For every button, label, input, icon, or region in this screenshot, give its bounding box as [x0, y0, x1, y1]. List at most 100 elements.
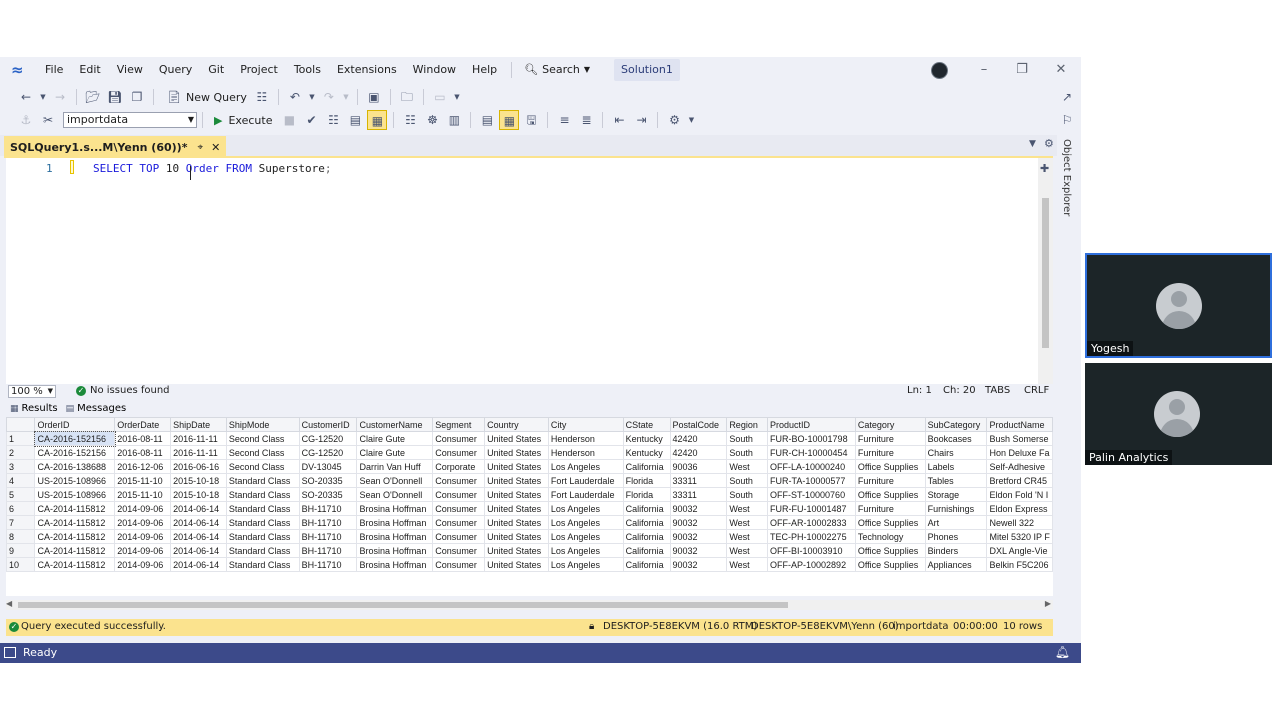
grid-cell[interactable]: Bookcases [924, 431, 988, 446]
grid-cell[interactable]: TEC-PH-10002275 [767, 529, 856, 544]
grid-cell[interactable]: 2015-11-10 [114, 487, 172, 502]
client-stats-icon[interactable]: ▥ [444, 110, 464, 130]
chevron-down-icon[interactable]: ▼ [307, 87, 317, 107]
menu-help[interactable]: Help [464, 59, 505, 81]
grid-cell[interactable]: 42420 [669, 431, 728, 446]
grid-cell[interactable]: California [622, 529, 671, 544]
grid-cell[interactable]: South [726, 473, 769, 488]
query-options-icon[interactable]: ▤ [345, 110, 365, 130]
row-number[interactable]: 8 [6, 529, 36, 544]
folder-icon[interactable]: 🗀︎ [397, 87, 417, 107]
results-to-grid-icon[interactable]: ▦ [367, 110, 388, 130]
grid-cell[interactable]: 2016-08-11 [114, 431, 172, 446]
grid-cell[interactable]: Tables [924, 473, 988, 488]
grid-cell[interactable]: OFF-ST-10000760 [767, 487, 856, 502]
grid-cell[interactable]: DXL Angle-Vie [986, 543, 1053, 558]
grid-cell[interactable]: CA-2016-152156 [34, 445, 116, 460]
grid-cell[interactable]: BH-11710 [298, 543, 358, 558]
results-to-file-icon[interactable]: 🖫︎ [521, 110, 541, 130]
grid-cell[interactable]: Office Supplies [854, 459, 926, 474]
screenshot-icon[interactable]: ▣ [364, 87, 384, 107]
grid-cell[interactable]: Los Angeles [547, 501, 624, 516]
redo-icon[interactable]: ↷ [319, 87, 339, 107]
grid-cell[interactable]: Standard Class [225, 501, 300, 516]
code-line[interactable]: SELECT TOP 10 Order FROM Superstore; [93, 162, 331, 175]
grid-cell[interactable]: Los Angeles [547, 529, 624, 544]
column-header[interactable]: PostalCode [669, 417, 728, 432]
stop-icon[interactable]: ■ [279, 110, 299, 130]
grid-cell[interactable]: 90036 [669, 459, 728, 474]
grid-cell[interactable]: Claire Gute [356, 431, 434, 446]
tab-results[interactable]: ▦ Results [6, 401, 62, 416]
grid-cell[interactable]: South [726, 431, 769, 446]
gear-icon[interactable]: ⚙ [1044, 137, 1054, 150]
undo-icon[interactable]: ↶ [285, 87, 305, 107]
grid-cell[interactable]: Consumer [432, 445, 486, 460]
grid-cell[interactable]: 2014-09-06 [114, 515, 172, 530]
grid-cell[interactable]: United States [484, 557, 549, 572]
uncomment-icon[interactable]: ≣ [576, 110, 596, 130]
open-folder-icon[interactable]: 📂︎ [83, 87, 103, 107]
grid-cell[interactable]: United States [484, 445, 549, 460]
grid-cell[interactable]: FUR-BO-10001798 [767, 431, 856, 446]
menu-tools[interactable]: Tools [286, 59, 329, 81]
results-to-text-icon[interactable]: ▤ [477, 110, 497, 130]
grid-cell[interactable]: California [622, 515, 671, 530]
grid-cell[interactable]: 2014-09-06 [114, 501, 172, 516]
grid-cell[interactable]: SO-20335 [298, 487, 358, 502]
grid-cell[interactable]: Brosina Hoffman [356, 501, 434, 516]
grid-cell[interactable]: Brosina Hoffman [356, 557, 434, 572]
results-horizontal-scrollbar[interactable]: ◀ ▶ [6, 599, 1053, 610]
editor-scroll-thumb[interactable] [1042, 198, 1049, 348]
close-tab-icon[interactable]: ✕ [211, 141, 220, 154]
close-icon[interactable]: ✕ [1051, 60, 1071, 80]
parse-check-icon[interactable]: ✔ [301, 110, 321, 130]
grid-cell[interactable]: Belkin F5C206 [986, 557, 1053, 572]
editor-scrollbar[interactable]: ✚ [1038, 158, 1053, 386]
row-number[interactable]: 7 [6, 515, 36, 530]
database-select[interactable]: importdata ▼ [63, 112, 197, 128]
grid-cell[interactable]: Second Class [225, 459, 300, 474]
new-query-button[interactable]: 📄︎ New Query [159, 87, 251, 107]
grid-cell[interactable]: 90032 [669, 529, 728, 544]
restore-icon[interactable]: ❐ [1012, 60, 1032, 80]
execute-button[interactable]: ▶ Execute [208, 110, 278, 130]
row-number[interactable]: 6 [6, 501, 36, 516]
column-header[interactable]: City [547, 417, 624, 432]
chevron-down-icon[interactable]: ▼ [341, 87, 351, 107]
tab-sqlquery1[interactable]: SQLQuery1.s...M\Yenn (60))* ⌖ ✕ [4, 136, 227, 158]
grid-cell[interactable]: West [726, 557, 769, 572]
tab-messages[interactable]: ▤ Messages [62, 401, 131, 416]
grid-cell[interactable]: Eldon Express [986, 501, 1053, 516]
grid-cell[interactable]: West [726, 501, 769, 516]
scroll-right-icon[interactable]: ▶ [1045, 599, 1051, 608]
grid-cell[interactable]: Labels [924, 459, 988, 474]
grid-cell[interactable]: Consumer [432, 557, 486, 572]
window-layout-icon[interactable]: ▭ [430, 87, 450, 107]
grid-cell[interactable]: Furniture [854, 473, 926, 488]
grid-cell[interactable]: 2015-11-10 [114, 473, 172, 488]
column-header[interactable]: ProductID [767, 417, 856, 432]
grid-cell[interactable]: California [622, 543, 671, 558]
grid-cell[interactable]: West [726, 459, 769, 474]
grid-cell[interactable]: California [622, 501, 671, 516]
menu-window[interactable]: Window [405, 59, 464, 81]
grid-cell[interactable]: FUR-TA-10000577 [767, 473, 856, 488]
grid-cell[interactable]: 2014-09-06 [114, 529, 172, 544]
grid-cell[interactable]: 2014-06-14 [170, 515, 227, 530]
grid-cell[interactable]: 42420 [669, 445, 728, 460]
grid-cell[interactable]: Storage [924, 487, 988, 502]
grid-cell[interactable]: California [622, 459, 671, 474]
grid-cell[interactable]: OFF-AR-10002833 [767, 515, 856, 530]
column-header[interactable]: ProductName [986, 417, 1053, 432]
grid-cell[interactable]: Mitel 5320 IP F [986, 529, 1053, 544]
grid-cell[interactable]: Florida [622, 473, 671, 488]
menu-project[interactable]: Project [232, 59, 286, 81]
grid-cell[interactable]: Standard Class [225, 557, 300, 572]
grid-cell[interactable]: Standard Class [225, 515, 300, 530]
search-menu[interactable]: 🔍︎ Search ▼ [518, 59, 600, 81]
grid-cell[interactable]: Los Angeles [547, 543, 624, 558]
grid-cell[interactable]: 2014-09-06 [114, 543, 172, 558]
grid-cell[interactable]: BH-11710 [298, 529, 358, 544]
grid-cell[interactable]: California [622, 557, 671, 572]
